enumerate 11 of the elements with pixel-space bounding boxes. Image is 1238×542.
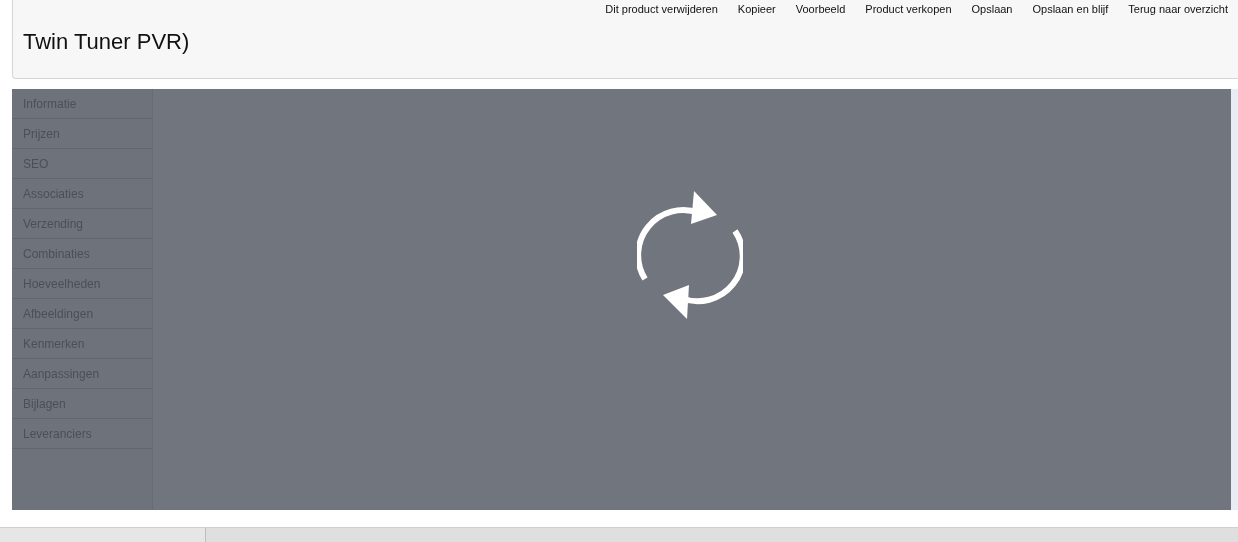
toolbar-button[interactable]: Product verkopen [855,1,962,17]
toolbar-button[interactable]: Opslaan en blijf [1022,1,1119,17]
page-title: Twin Tuner PVR) [23,28,190,56]
toolbar-button[interactable]: Terug naar overzicht [1118,1,1238,17]
toolbar-button[interactable]: Opslaan [961,1,1023,17]
toolbar-button[interactable]: Voorbeeld [785,1,856,17]
refresh-icon [637,190,743,319]
toolbar-button[interactable]: Dit product verwijderen [595,1,728,17]
toolbar-button[interactable]: Kopieer [727,1,786,17]
scrollbar-track[interactable] [1231,89,1238,510]
footer-tab[interactable] [0,528,206,542]
